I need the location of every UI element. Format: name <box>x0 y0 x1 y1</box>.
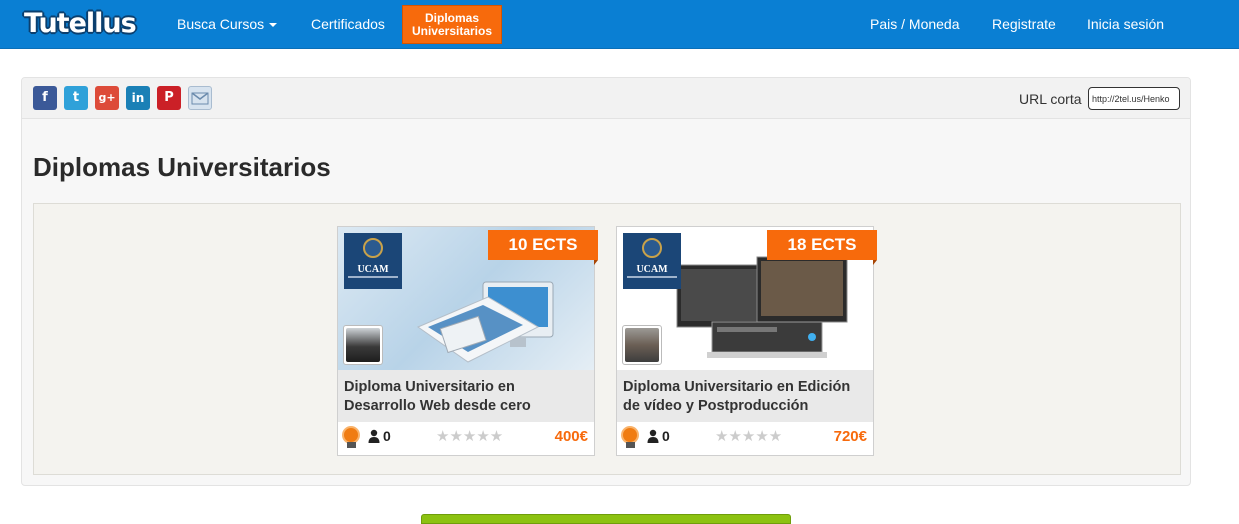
pais-moneda-link[interactable]: Pais / Moneda <box>870 16 960 32</box>
linkedin-icon[interactable]: in <box>126 86 150 110</box>
ects-badge: 10 ECTS <box>488 230 598 265</box>
diplomas-label-line2: Universitarios <box>411 24 493 38</box>
course-footer: 0 ★★★★★ 400€ <box>338 422 594 455</box>
ucam-subtitle <box>348 276 398 278</box>
tutellus-logo[interactable]: Tutellus <box>24 8 137 39</box>
university-seal-icon <box>363 238 383 258</box>
medal-ribbon <box>626 442 635 448</box>
course-card[interactable]: UCAM 18 ECTS Diploma Universitario en Ed… <box>616 226 877 456</box>
course-card[interactable]: UCAM 10 ECTS Diploma Universitario en De… <box>337 226 598 456</box>
share-bar: f t g+ in P URL corta <box>22 78 1190 119</box>
student-count: 0 <box>662 428 670 444</box>
user-icon <box>368 429 380 443</box>
rating-stars: ★★★★★ <box>436 428 504 445</box>
ucam-subtitle <box>627 276 677 278</box>
top-navbar: Tutellus Busca Cursos Certificados Diplo… <box>0 0 1239 49</box>
course-list: UCAM 10 ECTS Diploma Universitario en De… <box>33 203 1181 475</box>
course-title[interactable]: Diploma Universitario en Desarrollo Web … <box>338 370 594 422</box>
ects-badge: 18 ECTS <box>767 230 877 265</box>
facebook-icon[interactable]: f <box>33 86 57 110</box>
university-seal-icon <box>642 238 662 258</box>
medal-ribbon <box>347 442 356 448</box>
pinterest-icon[interactable]: P <box>157 86 181 110</box>
ucam-logo: UCAM <box>623 233 681 289</box>
rating-stars: ★★★★★ <box>715 428 783 445</box>
course-title-line2: Desarrollo Web desde cero <box>344 398 531 414</box>
page-title: Diplomas Universitarios <box>33 152 331 182</box>
google-plus-icon[interactable]: g+ <box>95 86 119 110</box>
busca-cursos-dropdown[interactable]: Busca Cursos <box>177 16 278 32</box>
certificados-link[interactable]: Certificados <box>311 16 385 32</box>
course-price: 400€ <box>554 428 588 445</box>
course-title-line2: de vídeo y Postproducción <box>623 398 809 414</box>
cta-button[interactable] <box>421 514 791 524</box>
diplomas-universitarios-link[interactable]: Diplomas Universitarios <box>402 5 502 44</box>
course-title-line1: Diploma Universitario en Edición <box>623 379 851 395</box>
twitter-icon[interactable]: t <box>64 86 88 110</box>
short-url-field[interactable] <box>1088 87 1180 110</box>
teacher-avatar[interactable] <box>343 325 383 365</box>
busca-cursos-label: Busca Cursos <box>177 16 265 32</box>
user-icon <box>647 429 659 443</box>
registrate-link[interactable]: Registrate <box>992 16 1056 32</box>
caret-down-icon <box>269 23 278 28</box>
teacher-avatar[interactable] <box>622 325 662 365</box>
course-footer: 0 ★★★★★ 720€ <box>617 422 873 455</box>
course-title[interactable]: Diploma Universitario en Edición de víde… <box>617 370 873 422</box>
student-count: 0 <box>383 428 391 444</box>
url-corta-label: URL corta <box>1019 91 1082 107</box>
email-icon[interactable] <box>188 86 212 110</box>
content-panel: f t g+ in P URL corta Diplomas Universit… <box>21 77 1191 486</box>
course-title-line1: Diploma Universitario en <box>344 379 515 395</box>
inicia-sesion-link[interactable]: Inicia sesión <box>1087 16 1164 32</box>
ucam-logo: UCAM <box>344 233 402 289</box>
course-price: 720€ <box>833 428 867 445</box>
